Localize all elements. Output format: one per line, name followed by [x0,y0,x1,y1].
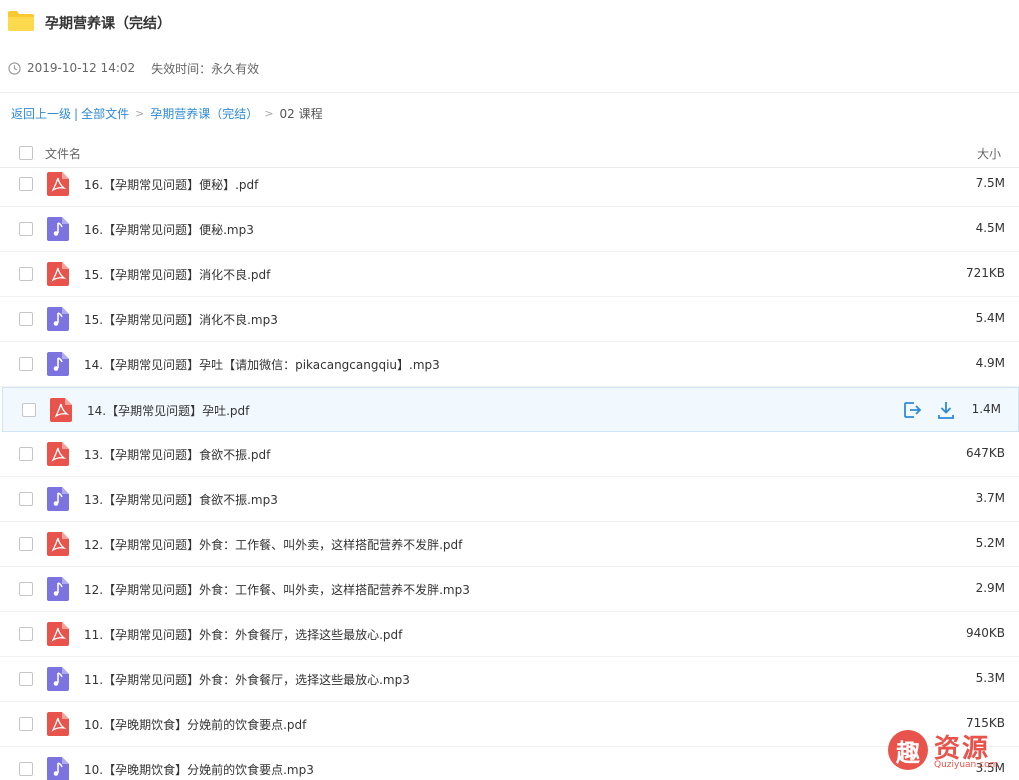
row-checkbox[interactable] [19,267,33,281]
file-name[interactable]: 11.【孕期常见问题】外食：外食餐厅，选择这些最放心.pdf [84,626,402,643]
file-size: 5.4M [975,311,1005,325]
file-name[interactable]: 12.【孕期常见问题】外食：工作餐、叫外卖，这样搭配营养不发胖.mp3 [84,581,470,598]
audio-file-icon [47,577,69,601]
file-name[interactable]: 15.【孕期常见问题】消化不良.pdf [84,266,270,283]
row-checkbox[interactable] [19,762,33,776]
file-size: 2.9M [975,581,1005,595]
file-name[interactable]: 10.【孕晚期饮食】分娩前的饮食要点.mp3 [84,761,314,778]
row-checkbox[interactable] [19,582,33,596]
file-row[interactable]: 11.【孕期常见问题】外食：外食餐厅，选择这些最放心.mp3 5.3M [0,657,1019,702]
pdf-file-icon [47,172,69,196]
watermark-sub: Quziyuan.com [934,760,999,770]
pdf-file-icon [47,262,69,286]
file-name[interactable]: 14.【孕期常见问题】孕吐【请加微信：pikacangcangqiu】.mp3 [84,356,440,373]
file-row[interactable]: 11.【孕期常见问题】外食：外食餐厅，选择这些最放心.pdf 940KB [0,612,1019,657]
pdf-file-icon [47,622,69,646]
row-checkbox[interactable] [19,357,33,371]
file-row[interactable]: 12.【孕期常见问题】外食：工作餐、叫外卖，这样搭配营养不发胖.pdf 5.2M [0,522,1019,567]
file-size: 3.7M [975,491,1005,505]
file-row[interactable]: 10.【孕晚期饮食】分娩前的饮食要点.pdf 715KB [0,702,1019,747]
file-row[interactable]: 13.【孕期常见问题】食欲不振.pdf 647KB [0,432,1019,477]
folder-link[interactable]: 孕期营养课（完结） [150,105,258,122]
file-name[interactable]: 10.【孕晚期饮食】分娩前的饮食要点.pdf [84,716,306,733]
breadcrumb-pipe: | [74,106,79,121]
file-size: 721KB [965,266,1005,280]
file-row[interactable]: 13.【孕期常见问题】食欲不振.mp3 3.7M [0,477,1019,522]
row-checkbox[interactable] [19,447,33,461]
file-row[interactable]: 16.【孕期常见问题】便秘】.pdf 7.5M [0,162,1019,207]
row-checkbox[interactable] [19,717,33,731]
download-icon[interactable] [936,400,956,420]
pdf-file-icon [47,712,69,736]
file-list: 16.【孕期常见问题】便秘】.pdf 7.5M 16.【孕期常见问题】便秘.mp3 4… [0,162,1019,780]
title-bar: 孕期营养课（完结） [0,0,1019,44]
row-checkbox[interactable] [19,537,33,551]
file-name[interactable]: 11.【孕期常见问题】外食：外食餐厅，选择这些最放心.mp3 [84,671,410,688]
row-checkbox[interactable] [19,672,33,686]
file-size: 4.5M [975,221,1005,235]
file-row[interactable]: 15.【孕期常见问题】消化不良.pdf 721KB [0,252,1019,297]
file-row[interactable]: 15.【孕期常见问题】消化不良.mp3 5.4M [0,297,1019,342]
file-row[interactable]: 10.【孕晚期饮食】分娩前的饮食要点.mp3 3.5M [0,747,1019,780]
file-name[interactable]: 12.【孕期常见问题】外食：工作餐、叫外卖，这样搭配营养不发胖.pdf [84,536,462,553]
breadcrumb: 返回上一级 | 全部文件 > 孕期营养课（完结） > 02 课程 [11,105,323,122]
watermark-glyph: 趣 [888,730,928,770]
all-files-link[interactable]: 全部文件 [81,105,129,122]
share-date: 2019-10-12 14:02 [27,61,136,75]
divider [0,92,1019,93]
file-size: 940KB [965,626,1005,640]
file-size: 1.4M [971,402,1001,416]
file-name[interactable]: 13.【孕期常见问题】食欲不振.pdf [84,446,270,463]
file-row[interactable]: 14.【孕期常见问题】孕吐.pdf 1.4M [2,387,1019,432]
audio-file-icon [47,487,69,511]
file-name[interactable]: 16.【孕期常见问题】便秘.mp3 [84,221,254,238]
file-name[interactable]: 13.【孕期常见问题】食欲不振.mp3 [84,491,278,508]
file-name[interactable]: 15.【孕期常见问题】消化不良.mp3 [84,311,278,328]
audio-file-icon [47,757,69,780]
save-to-drive-icon[interactable] [902,400,922,420]
file-size: 4.9M [975,356,1005,370]
row-checkbox[interactable] [19,492,33,506]
clock-icon [8,61,21,75]
audio-file-icon [47,217,69,241]
file-size: 647KB [965,446,1005,460]
breadcrumb-current: 02 课程 [279,107,323,121]
file-name[interactable]: 16.【孕期常见问题】便秘】.pdf [84,176,258,193]
file-size: 5.3M [975,671,1005,685]
file-row[interactable]: 14.【孕期常见问题】孕吐【请加微信：pikacangcangqiu】.mp3 4… [0,342,1019,387]
row-checkbox[interactable] [19,312,33,326]
row-checkbox[interactable] [19,222,33,236]
audio-file-icon [47,352,69,376]
row-checkbox[interactable] [22,403,36,417]
breadcrumb-separator: > [135,107,145,120]
file-row[interactable]: 12.【孕期常见问题】外食：工作餐、叫外卖，这样搭配营养不发胖.mp3 2.9M [0,567,1019,612]
file-size: 5.2M [975,536,1005,550]
file-name[interactable]: 14.【孕期常见问题】孕吐.pdf [87,402,249,419]
row-actions [902,400,956,420]
audio-file-icon [47,667,69,691]
expiry-text: 失效时间：永久有效 [151,61,260,76]
audio-file-icon [47,307,69,331]
column-size-header[interactable]: 大小 [977,145,1001,162]
pdf-file-icon [47,442,69,466]
folder-icon [8,11,34,31]
pdf-file-icon [47,532,69,556]
back-link[interactable]: 返回上一级 [11,105,71,122]
watermark-logo: 趣 资源 Quziyuan.com [888,728,1013,776]
row-checkbox[interactable] [19,177,33,191]
breadcrumb-separator: > [264,107,274,120]
file-row[interactable]: 16.【孕期常见问题】便秘.mp3 4.5M [0,207,1019,252]
share-meta: 2019-10-12 14:02 失效时间：永久有效 [8,58,259,78]
column-name-header[interactable]: 文件名 [45,145,81,162]
pdf-file-icon [50,398,72,422]
file-size: 7.5M [975,176,1005,190]
select-all-checkbox[interactable] [19,146,33,160]
row-checkbox[interactable] [19,627,33,641]
page-title: 孕期营养课（完结） [45,16,171,32]
